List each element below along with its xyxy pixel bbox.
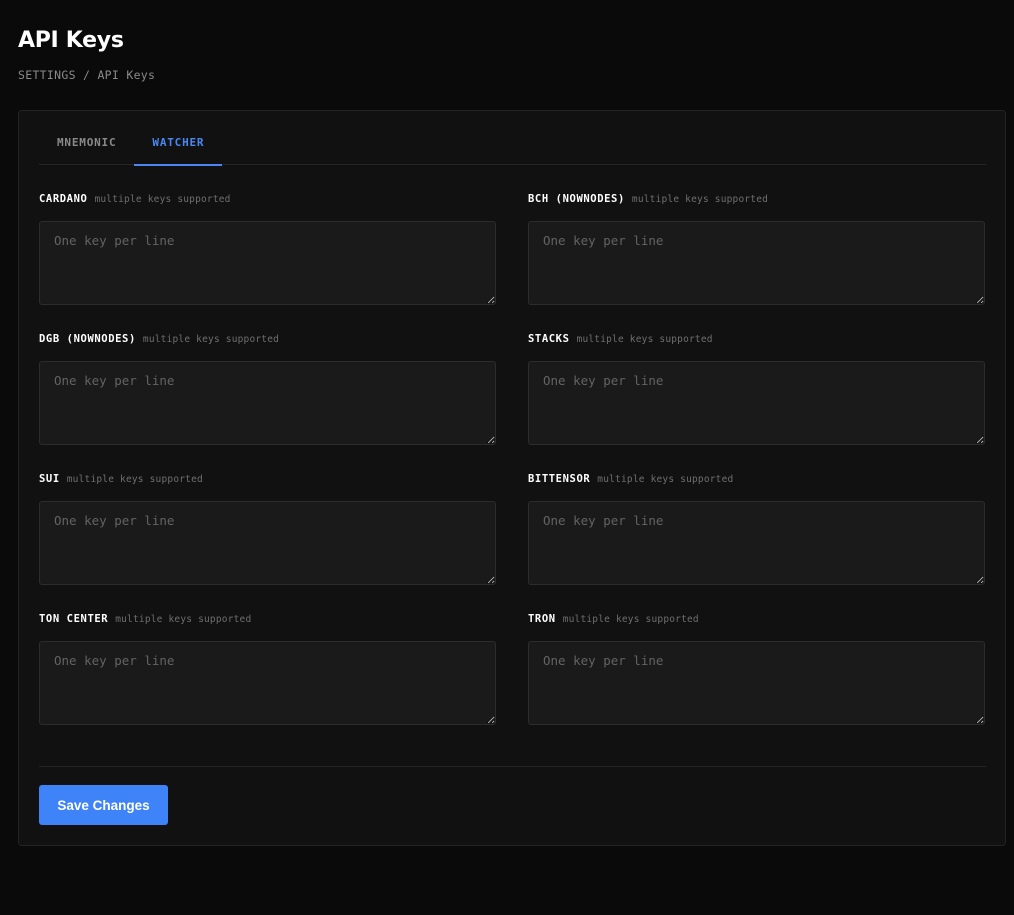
tab-bar: MNEMONIC WATCHER — [39, 129, 986, 166]
field-hint: multiple keys supported — [597, 474, 734, 485]
field-sui: SUI multiple keys supported — [39, 473, 496, 585]
field-hint: multiple keys supported — [631, 194, 769, 205]
field-hint: multiple keys supported — [115, 614, 252, 625]
field-bch-nownodes: BCH (NOWNODES) multiple keys supported — [528, 193, 985, 305]
field-stacks: STACKS multiple keys supported — [528, 333, 985, 445]
field-dgb-nownodes: DGB (NOWNODES) multiple keys supported — [39, 333, 496, 445]
stacks-keys-input[interactable] — [528, 361, 985, 445]
ton-center-keys-input[interactable] — [39, 641, 496, 725]
cardano-keys-input[interactable] — [39, 221, 496, 305]
page-title: API Keys — [18, 28, 124, 53]
field-hint: multiple keys supported — [142, 334, 280, 345]
field-ton-center: TON CENTER multiple keys supported — [39, 613, 496, 725]
tab-watcher[interactable]: WATCHER — [134, 129, 223, 166]
field-label: BITTENSOR — [528, 473, 591, 485]
dgb-keys-input[interactable] — [39, 361, 496, 445]
field-hint: multiple keys supported — [562, 614, 699, 625]
bch-keys-input[interactable] — [528, 221, 985, 305]
field-hint: multiple keys supported — [94, 194, 231, 205]
field-tron: TRON multiple keys supported — [528, 613, 985, 725]
bittensor-keys-input[interactable] — [528, 501, 985, 585]
field-label: TON CENTER — [39, 613, 109, 625]
field-label: TRON — [528, 613, 556, 625]
field-label: SUI — [39, 473, 60, 485]
field-label: BCH (NOWNODES) — [528, 193, 625, 205]
field-hint: multiple keys supported — [66, 474, 203, 485]
field-hint: multiple keys supported — [576, 334, 713, 345]
field-label: STACKS — [528, 333, 570, 345]
field-bittensor: BITTENSOR multiple keys supported — [528, 473, 985, 585]
tab-mnemonic[interactable]: MNEMONIC — [39, 129, 134, 165]
actions-divider — [39, 766, 986, 767]
breadcrumb: SETTINGS / API Keys — [18, 68, 156, 82]
field-label: CARDANO — [39, 193, 88, 205]
save-changes-button[interactable]: Save Changes — [39, 785, 168, 825]
field-label: DGB (NOWNODES) — [39, 333, 136, 345]
field-cardano: CARDANO multiple keys supported — [39, 193, 496, 305]
api-keys-card: MNEMONIC WATCHER CARDANO multiple keys s… — [18, 110, 1006, 846]
tron-keys-input[interactable] — [528, 641, 985, 725]
sui-keys-input[interactable] — [39, 501, 496, 585]
